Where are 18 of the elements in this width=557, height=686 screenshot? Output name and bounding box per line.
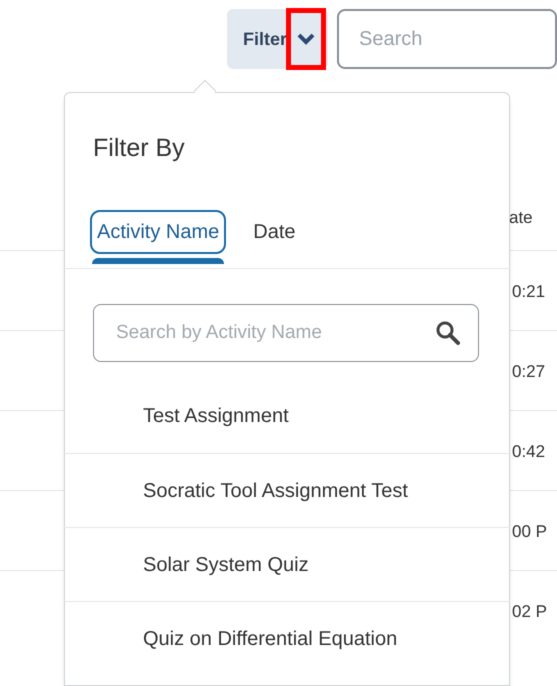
search-icon[interactable] <box>435 320 461 346</box>
table-cell-text: 00 P <box>512 521 547 543</box>
filter-option[interactable]: Socratic Tool Assignment Test <box>64 453 510 527</box>
filter-option[interactable]: Test Assignment <box>64 379 510 453</box>
filter-option[interactable]: Quiz on Differential Equation <box>64 601 510 675</box>
table-cell-text: 0:42 <box>512 441 546 463</box>
search-field[interactable]: Search by Activity Name <box>93 304 479 362</box>
filter-option[interactable]: Solar System Quiz <box>64 527 510 601</box>
table-cell-text: 0:27 <box>512 361 546 383</box>
search-field[interactable]: Search <box>337 9 557 69</box>
popup-title: Filter By <box>93 133 185 164</box>
tab[interactable]: Date <box>246 210 302 254</box>
chevron-down-icon <box>296 32 316 46</box>
column-header[interactable]: ate <box>509 205 533 230</box>
filter-button[interactable]: Filter <box>227 9 328 69</box>
table-cell-text: 02 P <box>512 601 547 623</box>
table-cell-text: 0:21 <box>512 281 546 303</box>
tab[interactable]: Activity Name <box>90 210 226 254</box>
